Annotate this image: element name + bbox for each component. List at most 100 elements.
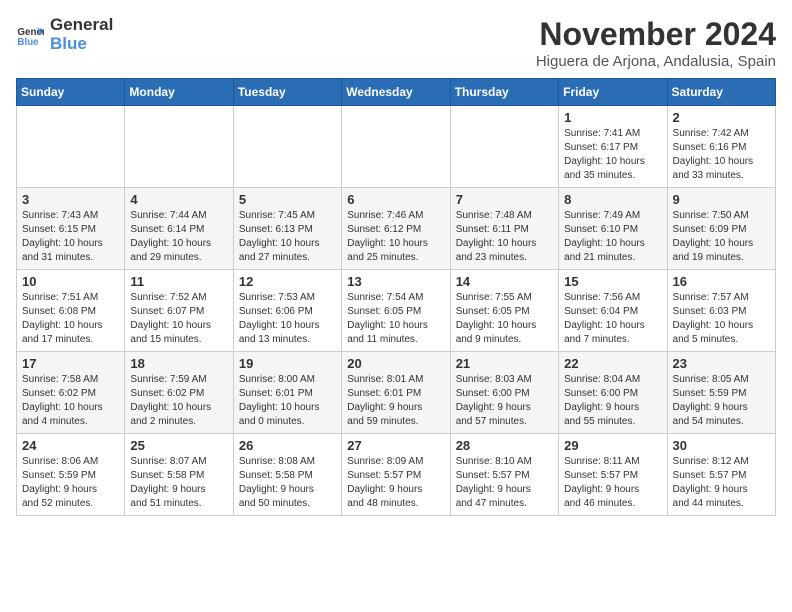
location-title: Higuera de Arjona, Andalusia, Spain	[536, 53, 776, 70]
day-number: 30	[673, 438, 770, 453]
calendar-cell	[450, 106, 558, 188]
calendar-cell: 9Sunrise: 7:50 AM Sunset: 6:09 PM Daylig…	[667, 188, 775, 270]
day-number: 1	[564, 110, 661, 125]
calendar-cell: 30 Sunrise: 8:12 AM Sunset: 5:57 PM Dayli…	[667, 434, 775, 516]
day-number: 22	[564, 356, 661, 371]
day-number: 21	[456, 356, 553, 371]
calendar-cell: 28 Sunrise: 8:10 AM Sunset: 5:57 PM Dayli…	[450, 434, 558, 516]
calendar-cell: 22Sunrise: 8:04 AM Sunset: 6:00 PM Dayli…	[559, 352, 667, 434]
day-number: 7	[456, 192, 553, 207]
weekday-header-monday: Monday	[125, 79, 233, 106]
day-number: 20	[347, 356, 444, 371]
day-info: Sunrise: 7:51 AM Sunset: 6:08 PM Dayligh…	[22, 291, 119, 347]
day-info: Sunrise: 7:48 AM Sunset: 6:11 PM Dayligh…	[456, 209, 553, 265]
weekday-header-saturday: Saturday	[667, 79, 775, 106]
calendar-title-area: November 2024 Higuera de Arjona, Andalus…	[536, 16, 776, 70]
weekday-header-friday: Friday	[559, 79, 667, 106]
day-info: Sunrise: 8:07 AM Sunset: 5:58 PM Dayligh…	[130, 455, 227, 511]
day-number: 19	[239, 356, 336, 371]
calendar-week-row: 17 Sunrise: 7:58 AM Sunset: 6:02 PM Dayli…	[17, 352, 776, 434]
day-number: 17	[22, 356, 119, 371]
day-number: 13	[347, 274, 444, 289]
calendar-cell: 11 Sunrise: 7:52 AM Sunset: 6:07 PM Dayli…	[125, 270, 233, 352]
calendar-week-row: 1Sunrise: 7:41 AM Sunset: 6:17 PM Daylig…	[17, 106, 776, 188]
day-number: 15	[564, 274, 661, 289]
weekday-header-sunday: Sunday	[17, 79, 125, 106]
calendar-cell: 26 Sunrise: 8:08 AM Sunset: 5:58 PM Dayli…	[233, 434, 341, 516]
calendar-cell: 6 Sunrise: 7:46 AM Sunset: 6:12 PM Daylig…	[342, 188, 450, 270]
day-info: Sunrise: 7:59 AM Sunset: 6:02 PM Dayligh…	[130, 373, 227, 429]
calendar-cell	[17, 106, 125, 188]
day-info: Sunrise: 7:43 AM Sunset: 6:15 PM Dayligh…	[22, 209, 119, 265]
calendar-cell: 23Sunrise: 8:05 AM Sunset: 5:59 PM Dayli…	[667, 352, 775, 434]
page-header: General Blue General Blue November 2024 …	[16, 16, 776, 70]
calendar-cell: 18 Sunrise: 7:59 AM Sunset: 6:02 PM Dayli…	[125, 352, 233, 434]
day-info: Sunrise: 7:45 AM Sunset: 6:13 PM Dayligh…	[239, 209, 336, 265]
calendar-cell: 14 Sunrise: 7:55 AM Sunset: 6:05 PM Dayli…	[450, 270, 558, 352]
weekday-header-thursday: Thursday	[450, 79, 558, 106]
logo-blue: Blue	[50, 35, 113, 54]
day-info: Sunrise: 8:08 AM Sunset: 5:58 PM Dayligh…	[239, 455, 336, 511]
day-info: Sunrise: 7:52 AM Sunset: 6:07 PM Dayligh…	[130, 291, 227, 347]
day-number: 24	[22, 438, 119, 453]
day-number: 4	[130, 192, 227, 207]
calendar-cell: 19 Sunrise: 8:00 AM Sunset: 6:01 PM Dayli…	[233, 352, 341, 434]
day-info: Sunrise: 7:42 AM Sunset: 6:16 PM Dayligh…	[673, 127, 770, 183]
day-info: Sunrise: 7:56 AM Sunset: 6:04 PM Dayligh…	[564, 291, 661, 347]
calendar-cell	[342, 106, 450, 188]
day-info: Sunrise: 7:54 AM Sunset: 6:05 PM Dayligh…	[347, 291, 444, 347]
calendar-cell: 3Sunrise: 7:43 AM Sunset: 6:15 PM Daylig…	[17, 188, 125, 270]
day-number: 29	[564, 438, 661, 453]
calendar-week-row: 10 Sunrise: 7:51 AM Sunset: 6:08 PM Dayli…	[17, 270, 776, 352]
calendar-cell: 5 Sunrise: 7:45 AM Sunset: 6:13 PM Daylig…	[233, 188, 341, 270]
day-info: Sunrise: 8:09 AM Sunset: 5:57 PM Dayligh…	[347, 455, 444, 511]
day-info: Sunrise: 8:03 AM Sunset: 6:00 PM Dayligh…	[456, 373, 553, 429]
day-number: 5	[239, 192, 336, 207]
calendar-week-row: 3Sunrise: 7:43 AM Sunset: 6:15 PM Daylig…	[17, 188, 776, 270]
day-info: Sunrise: 7:49 AM Sunset: 6:10 PM Dayligh…	[564, 209, 661, 265]
day-number: 6	[347, 192, 444, 207]
day-number: 27	[347, 438, 444, 453]
calendar-cell: 8 Sunrise: 7:49 AM Sunset: 6:10 PM Daylig…	[559, 188, 667, 270]
logo-general: General	[50, 16, 113, 35]
day-number: 26	[239, 438, 336, 453]
calendar-cell: 12 Sunrise: 7:53 AM Sunset: 6:06 PM Dayli…	[233, 270, 341, 352]
day-info: Sunrise: 8:12 AM Sunset: 5:57 PM Dayligh…	[673, 455, 770, 511]
day-info: Sunrise: 7:44 AM Sunset: 6:14 PM Dayligh…	[130, 209, 227, 265]
day-info: Sunrise: 7:58 AM Sunset: 6:02 PM Dayligh…	[22, 373, 119, 429]
calendar-cell: 24 Sunrise: 8:06 AM Sunset: 5:59 PM Dayli…	[17, 434, 125, 516]
day-info: Sunrise: 8:00 AM Sunset: 6:01 PM Dayligh…	[239, 373, 336, 429]
calendar-cell: 25Sunrise: 8:07 AM Sunset: 5:58 PM Dayli…	[125, 434, 233, 516]
weekday-header-wednesday: Wednesday	[342, 79, 450, 106]
day-number: 8	[564, 192, 661, 207]
weekday-header-tuesday: Tuesday	[233, 79, 341, 106]
day-info: Sunrise: 7:46 AM Sunset: 6:12 PM Dayligh…	[347, 209, 444, 265]
calendar-cell: 1Sunrise: 7:41 AM Sunset: 6:17 PM Daylig…	[559, 106, 667, 188]
calendar-cell: 7 Sunrise: 7:48 AM Sunset: 6:11 PM Daylig…	[450, 188, 558, 270]
day-number: 10	[22, 274, 119, 289]
day-number: 23	[673, 356, 770, 371]
day-info: Sunrise: 8:11 AM Sunset: 5:57 PM Dayligh…	[564, 455, 661, 511]
day-info: Sunrise: 8:10 AM Sunset: 5:57 PM Dayligh…	[456, 455, 553, 511]
calendar-cell: 17 Sunrise: 7:58 AM Sunset: 6:02 PM Dayli…	[17, 352, 125, 434]
day-number: 18	[130, 356, 227, 371]
day-info: Sunrise: 8:06 AM Sunset: 5:59 PM Dayligh…	[22, 455, 119, 511]
day-number: 2	[673, 110, 770, 125]
calendar-cell: 13 Sunrise: 7:54 AM Sunset: 6:05 PM Dayli…	[342, 270, 450, 352]
day-number: 28	[456, 438, 553, 453]
calendar-table: SundayMondayTuesdayWednesdayThursdayFrid…	[16, 78, 776, 516]
logo: General Blue General Blue	[16, 16, 113, 53]
day-info: Sunrise: 8:01 AM Sunset: 6:01 PM Dayligh…	[347, 373, 444, 429]
calendar-cell: 27 Sunrise: 8:09 AM Sunset: 5:57 PM Dayli…	[342, 434, 450, 516]
calendar-cell: 16Sunrise: 7:57 AM Sunset: 6:03 PM Dayli…	[667, 270, 775, 352]
weekday-header-row: SundayMondayTuesdayWednesdayThursdayFrid…	[17, 79, 776, 106]
day-number: 14	[456, 274, 553, 289]
day-info: Sunrise: 7:53 AM Sunset: 6:06 PM Dayligh…	[239, 291, 336, 347]
calendar-cell: 21 Sunrise: 8:03 AM Sunset: 6:00 PM Dayli…	[450, 352, 558, 434]
month-title: November 2024	[536, 16, 776, 53]
day-info: Sunrise: 7:55 AM Sunset: 6:05 PM Dayligh…	[456, 291, 553, 347]
day-info: Sunrise: 7:57 AM Sunset: 6:03 PM Dayligh…	[673, 291, 770, 347]
day-number: 11	[130, 274, 227, 289]
calendar-cell	[125, 106, 233, 188]
day-number: 12	[239, 274, 336, 289]
